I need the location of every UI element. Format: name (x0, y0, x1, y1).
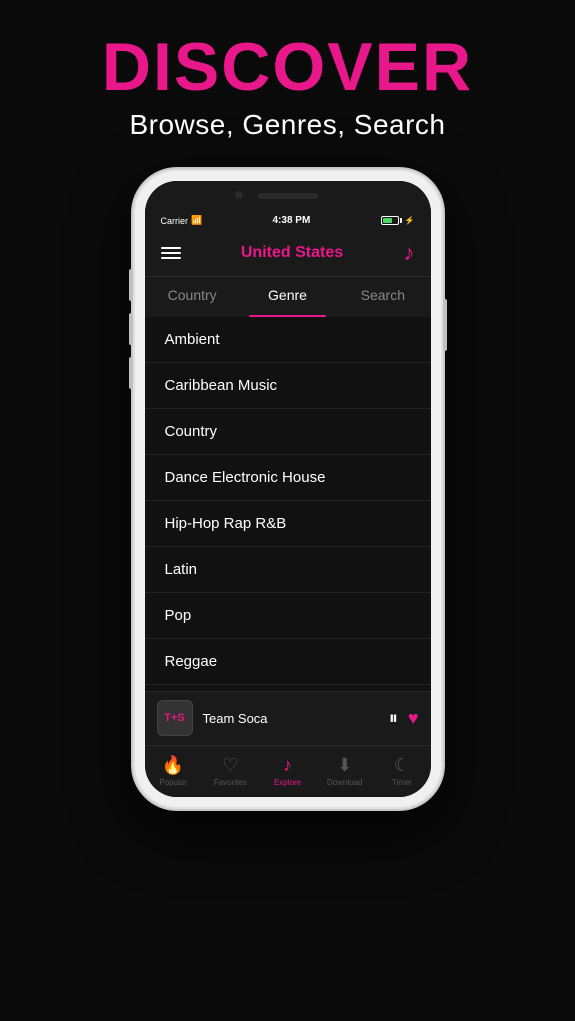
nav-icon-timer: ☾ (394, 755, 410, 776)
subtitle: Browse, Genres, Search (102, 109, 473, 141)
nav-icon-download: ⬇ (337, 755, 352, 776)
genre-list: AmbientCaribbean MusicCountryDance Elect… (145, 317, 431, 691)
nav-label-popular: Popular (159, 778, 187, 787)
app-header: United States ♪ (145, 231, 431, 277)
heart-button[interactable]: ♥ (408, 708, 419, 729)
nav-icon-popular: 🔥 (162, 755, 184, 776)
bottom-nav: 🔥 Popular ♡ Favorites ♪ Explore ⬇ Download ☾ Time… (145, 745, 431, 797)
nav-item-timer[interactable]: ☾ Timer (373, 755, 430, 787)
notch-speaker (258, 193, 318, 199)
battery-body (381, 216, 399, 225)
phone-wrapper: Carrier 📶 4:38 PM ⚡ United St (133, 169, 443, 809)
nav-label-favorites: Favorites (214, 778, 247, 787)
genre-list-item[interactable]: Ambient (145, 317, 431, 363)
nav-label-timer: Timer (392, 778, 412, 787)
genre-list-item[interactable]: Caribbean Music (145, 363, 431, 409)
tab-search[interactable]: Search (335, 277, 430, 317)
page-header: DISCOVER Browse, Genres, Search (102, 0, 473, 151)
tab-genre[interactable]: Genre (240, 277, 335, 317)
genre-list-item[interactable]: Reggae (145, 639, 431, 685)
nav-item-favorites[interactable]: ♡ Favorites (202, 755, 259, 787)
nav-item-download[interactable]: ⬇ Download (316, 755, 373, 787)
phone-screen: Carrier 📶 4:38 PM ⚡ United St (145, 181, 431, 797)
genre-list-item[interactable]: Hip-Hop Rap R&B (145, 501, 431, 547)
battery-icon (381, 216, 402, 225)
genre-list-item[interactable]: Pop (145, 593, 431, 639)
discover-title: DISCOVER (102, 30, 473, 105)
music-note-icon[interactable]: ♪ (404, 240, 415, 266)
charging-icon: ⚡ (405, 216, 415, 225)
nav-icon-favorites: ♡ (222, 755, 238, 776)
app-title: United States (241, 244, 343, 262)
nav-icon-explore: ♪ (283, 755, 292, 776)
status-time: 4:38 PM (272, 215, 310, 226)
genre-list-item[interactable]: Dance Electronic House (145, 455, 431, 501)
nav-item-popular[interactable]: 🔥 Popular (145, 755, 202, 787)
battery-tip (400, 218, 402, 223)
genre-list-item[interactable]: Latin (145, 547, 431, 593)
phone-notch-area (145, 181, 431, 211)
play-pause-button[interactable]: ⏸ (389, 708, 398, 729)
tabs-container: CountryGenreSearch (145, 277, 431, 317)
hamburger-line-3 (161, 257, 181, 259)
hamburger-menu-button[interactable] (161, 247, 181, 259)
hamburger-line-2 (161, 252, 181, 254)
nav-label-explore: Explore (274, 778, 301, 787)
nav-label-download: Download (327, 778, 363, 787)
hamburger-line-1 (161, 247, 181, 249)
wifi-icon: 📶 (191, 215, 202, 226)
now-playing-bar: T+S Team Soca ⏸ ♥ (145, 691, 431, 745)
status-bar: Carrier 📶 4:38 PM ⚡ (145, 211, 431, 231)
nav-item-explore[interactable]: ♪ Explore (259, 755, 316, 787)
notch-camera (235, 191, 243, 199)
album-art: T+S (157, 700, 193, 736)
carrier-label: Carrier 📶 (161, 215, 203, 226)
genre-list-item[interactable]: Country (145, 409, 431, 455)
status-right: ⚡ (381, 216, 415, 225)
battery-fill (383, 218, 393, 223)
track-name: Team Soca (203, 711, 379, 726)
tab-country[interactable]: Country (145, 277, 240, 317)
